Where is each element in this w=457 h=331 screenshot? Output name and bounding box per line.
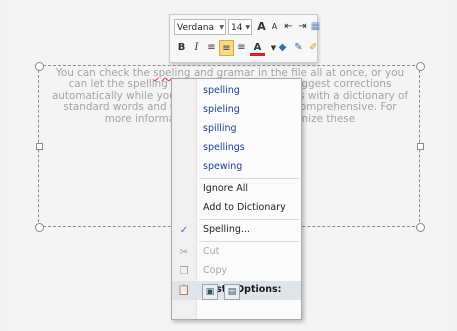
- font-color-icon: A: [253, 42, 262, 53]
- ignore-all-item[interactable]: Ignore All: [172, 180, 301, 199]
- shrink-font-button[interactable]: A: [267, 19, 282, 35]
- shape-outline-button[interactable]: ✎: [291, 40, 306, 56]
- suggestion-label: spieling: [203, 104, 240, 115]
- font-name-value: Verdana: [177, 23, 214, 33]
- resize-handle-top-left[interactable]: [35, 62, 44, 71]
- align-right-button[interactable]: ≡: [234, 40, 249, 56]
- bold-label: B: [177, 42, 186, 53]
- suggestion-label: spewing: [203, 161, 243, 172]
- suggestion-item[interactable]: spelling: [172, 82, 301, 101]
- menu-separator: [199, 241, 299, 242]
- italic-button[interactable]: I: [189, 40, 204, 56]
- spellcheck-icon: ✓: [179, 225, 189, 236]
- copy-icon: ❐: [179, 266, 189, 277]
- spelling-label: Spelling...: [203, 224, 250, 235]
- align-left-button[interactable]: ≡: [204, 40, 219, 56]
- shape-fill-button[interactable]: ◆: [275, 40, 290, 56]
- cut-item[interactable]: ✂ Cut: [172, 243, 301, 262]
- spelling-item[interactable]: ✓ Spelling...: [172, 221, 301, 240]
- resize-handle-left[interactable]: [36, 143, 43, 150]
- paste-keep-formatting-icon: ▣: [205, 287, 215, 297]
- increase-indent-icon: ⇥: [298, 21, 307, 32]
- resize-handle-top-right[interactable]: [416, 62, 425, 71]
- suggestion-label: spellings: [203, 142, 245, 153]
- add-to-dictionary-item[interactable]: Add to Dictionary: [172, 199, 301, 218]
- text-before: You can check the: [55, 67, 154, 79]
- copy-item[interactable]: ❐ Copy: [172, 262, 301, 281]
- suggestion-item[interactable]: spewing: [172, 158, 301, 177]
- bold-button[interactable]: B: [174, 40, 189, 56]
- ignore-all-label: Ignore All: [203, 183, 249, 194]
- styles-icon: ▦: [310, 21, 321, 32]
- align-center-button[interactable]: ≡: [219, 40, 234, 56]
- decrease-indent-icon: ⇤: [284, 21, 293, 32]
- suggestion-item[interactable]: spilling: [172, 120, 301, 139]
- align-left-icon: ≡: [207, 42, 216, 53]
- align-center-icon: ≡: [222, 43, 231, 54]
- font-name-combo[interactable]: Verdana ▼: [174, 19, 226, 35]
- resize-handle-right[interactable]: [417, 143, 424, 150]
- font-size-value: 14: [231, 23, 243, 33]
- paste-text-only-icon: ▤: [227, 287, 237, 297]
- chevron-down-icon: ▼: [245, 24, 250, 31]
- font-color-button[interactable]: A: [250, 40, 265, 56]
- paste-keep-source-button[interactable]: ▣: [202, 284, 218, 300]
- suggestion-label: spilling: [203, 123, 237, 134]
- copy-label: Copy: [203, 265, 228, 276]
- italic-label: I: [194, 42, 199, 53]
- resize-handle-bottom-left[interactable]: [35, 223, 44, 232]
- cut-label: Cut: [203, 246, 220, 257]
- resize-handle-bottom-right[interactable]: [416, 223, 425, 232]
- brush-icon: ✐: [309, 42, 318, 53]
- clipboard-icon: 📋: [177, 285, 191, 296]
- paint-bucket-icon: ◆: [278, 42, 287, 53]
- menu-separator: [199, 178, 299, 179]
- styles-button[interactable]: ▦: [308, 19, 323, 35]
- add-to-dictionary-label: Add to Dictionary: [203, 202, 286, 213]
- align-right-icon: ≡: [237, 42, 246, 53]
- suggestion-item[interactable]: spellings: [172, 139, 301, 158]
- decrease-indent-button[interactable]: ⇤: [281, 19, 296, 35]
- suggestion-label: spelling: [203, 85, 240, 96]
- grow-font-icon: A: [257, 20, 266, 33]
- chevron-down-icon: ▼: [219, 24, 224, 31]
- scissors-icon: ✂: [179, 247, 189, 258]
- paste-text-only-button[interactable]: ▤: [224, 284, 240, 300]
- mini-formatting-toolbar: Verdana ▼ 14 ▼ A A ⇤ ⇥ ▦ B I ≡ ≡ ≡ A ▼ ◆…: [169, 14, 321, 63]
- suggestion-item[interactable]: spieling: [172, 101, 301, 120]
- shrink-font-icon: A: [271, 22, 278, 31]
- font-size-combo[interactable]: 14 ▼: [228, 19, 252, 35]
- format-painter-button[interactable]: ✐: [306, 40, 321, 56]
- menu-separator: [199, 219, 299, 220]
- pen-outline-icon: ✎: [294, 42, 303, 53]
